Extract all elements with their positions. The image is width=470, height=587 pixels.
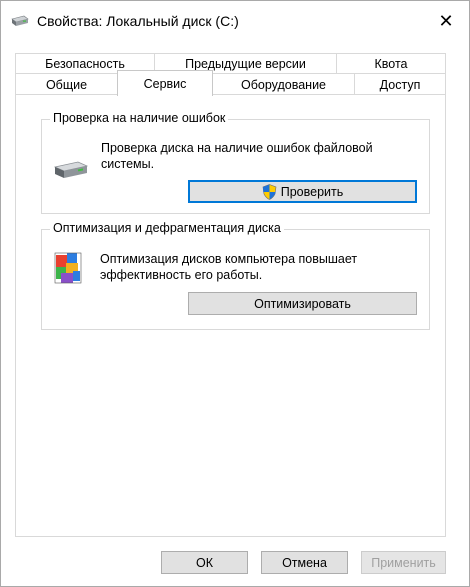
tab-service[interactable]: Сервис <box>117 70 213 96</box>
window-title: Свойства: Локальный диск (C:) <box>37 13 239 29</box>
properties-window: Свойства: Локальный диск (C:) ✕ Безопасн… <box>0 0 470 587</box>
optimize-desc-1: Оптимизация дисков компьютера повышает <box>100 252 358 266</box>
cancel-button[interactable]: Отмена <box>261 551 348 574</box>
apply-button-label: Применить <box>371 555 436 570</box>
hard-drive-icon <box>53 160 89 180</box>
tab-content: Проверка на наличие ошибок Проверка диск… <box>15 94 446 537</box>
tab-quota[interactable]: Квота <box>336 53 446 73</box>
ok-button[interactable]: ОК <box>161 551 248 574</box>
close-button[interactable]: ✕ <box>423 1 469 41</box>
defrag-icon <box>53 251 83 285</box>
tab-general[interactable]: Общие <box>15 73 118 95</box>
tab-sharing[interactable]: Доступ <box>354 73 446 95</box>
group-title: Оптимизация и дефрагментация диска <box>50 221 284 235</box>
error-check-desc-2: системы. <box>101 157 155 171</box>
group-title: Проверка на наличие ошибок <box>50 111 229 125</box>
optimize-group: Оптимизация и дефрагментация диска Оптим… <box>41 221 430 330</box>
tab-label: Сервис <box>143 76 187 91</box>
apply-button[interactable]: Применить <box>361 551 446 574</box>
ok-button-label: ОК <box>195 555 213 570</box>
tab-label: Оборудование <box>240 77 327 92</box>
optimize-button-label: Оптимизировать <box>254 296 351 311</box>
tab-label: Безопасность <box>45 56 125 71</box>
tab-hardware[interactable]: Оборудование <box>212 73 355 95</box>
optimize-button[interactable]: Оптимизировать <box>188 292 417 315</box>
tab-label: Общие <box>45 77 88 92</box>
tab-label: Квота <box>374 56 408 71</box>
drive-title-icon <box>11 15 29 27</box>
error-check-desc-1: Проверка диска на наличие ошибок файлово… <box>101 141 373 155</box>
close-icon: ✕ <box>438 10 454 31</box>
check-button-label: Проверить <box>280 184 344 199</box>
error-check-group: Проверка на наличие ошибок Проверка диск… <box>41 111 430 214</box>
tab-label: Предыдущие версии <box>185 56 306 71</box>
shield-icon <box>262 183 277 200</box>
optimize-desc-2: эффективность его работы. <box>100 268 263 282</box>
tab-strip: Безопасность Предыдущие версии Квота Общ… <box>15 53 446 96</box>
title-bar: Свойства: Локальный диск (C:) ✕ <box>1 1 469 41</box>
cancel-button-label: Отмена <box>282 555 327 570</box>
tab-label: Доступ <box>379 77 421 92</box>
check-button[interactable]: Проверить <box>188 180 417 203</box>
